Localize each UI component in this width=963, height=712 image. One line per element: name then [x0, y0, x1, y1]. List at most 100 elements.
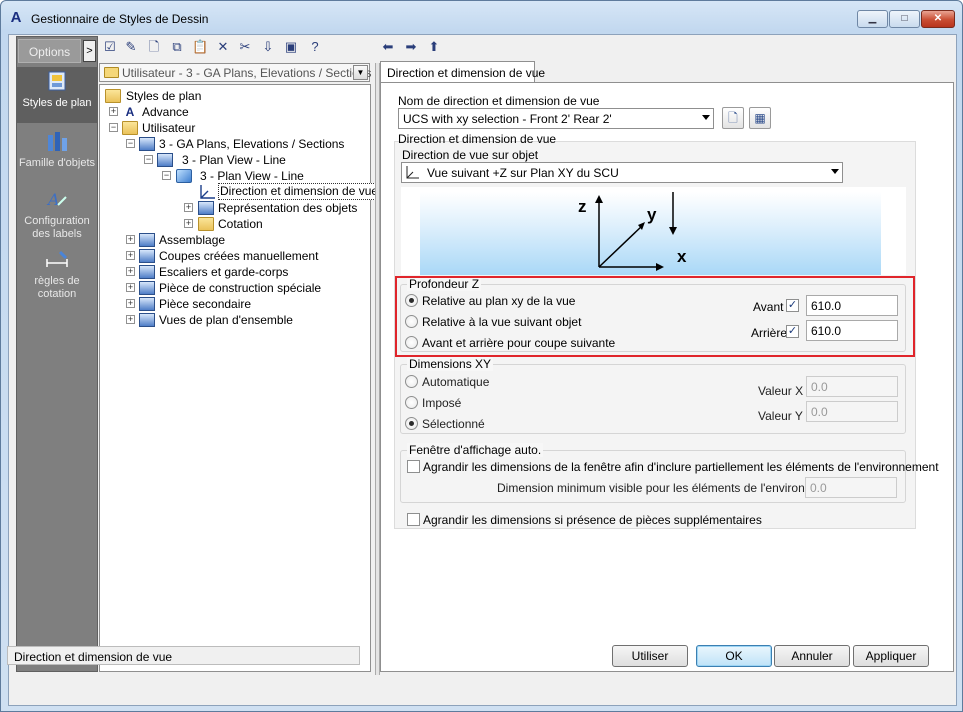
direction-label: Direction de vue sur objet — [402, 148, 539, 162]
nav-item-styles-de-plan[interactable]: Styles de plan — [17, 67, 97, 123]
export-icon[interactable]: ▣ — [283, 39, 299, 55]
edit-icon[interactable]: ✎ — [123, 39, 139, 55]
style-icon — [139, 249, 155, 263]
collapse-icon[interactable]: − — [162, 171, 171, 180]
ok-button[interactable]: OK — [696, 645, 772, 667]
fenetre-checkbox[interactable] — [407, 460, 420, 473]
tab-direction-dimension[interactable]: Direction et dimension de vue — [380, 61, 545, 83]
style-icon — [139, 313, 155, 327]
axes-icon — [406, 166, 419, 179]
chevron-down-icon — [831, 169, 839, 174]
dimxy-title: Dimensions XY — [407, 357, 494, 371]
extra-pieces-label: Agrandir les dimensions si présence de p… — [423, 513, 762, 527]
minimize-button[interactable]: ▁ — [857, 10, 888, 28]
new-document-icon: 🗋 — [728, 111, 738, 125]
opt-impose: Imposé — [422, 396, 462, 410]
nav-label: règles de cotation — [34, 275, 80, 300]
opt-selectionne: Sélectionné — [422, 417, 485, 431]
copy-icon[interactable]: ⧉ — [169, 39, 185, 55]
cut-icon[interactable]: ✂ — [237, 39, 253, 55]
label-config-icon: A — [46, 190, 67, 209]
chevron-down-icon — [702, 115, 710, 120]
expand-icon[interactable]: + — [126, 251, 135, 260]
plan-styles-icon — [48, 71, 66, 91]
expand-icon[interactable]: + — [126, 315, 135, 324]
svg-text:A: A — [46, 190, 60, 209]
opt-automatique: Automatique — [422, 375, 490, 389]
style-icon — [198, 201, 214, 215]
up-arrow-icon[interactable]: ⬆ — [426, 39, 442, 55]
min-dim-input[interactable]: 0.0 — [805, 477, 897, 498]
app-logo-icon: A — [10, 9, 22, 26]
collapse-icon[interactable]: − — [126, 139, 135, 148]
y-axis-label: y — [647, 205, 657, 224]
check-icon[interactable]: ☑ — [102, 39, 118, 55]
axes-icon — [200, 185, 215, 199]
folder-icon — [105, 89, 121, 103]
utiliser-button[interactable]: Utiliser — [612, 645, 688, 667]
expand-icon[interactable]: + — [126, 267, 135, 276]
object-family-icon — [48, 132, 67, 151]
style-icon — [139, 233, 155, 247]
style-icon — [139, 137, 155, 151]
maximize-button[interactable]: □ — [889, 10, 920, 28]
expand-icon[interactable]: + — [184, 219, 193, 228]
radio-automatique[interactable] — [405, 375, 418, 388]
valx-input[interactable]: 0.0 — [806, 376, 898, 397]
close-button[interactable]: ✕ — [921, 10, 955, 28]
expand-icon[interactable]: + — [126, 299, 135, 308]
new-icon[interactable]: 🗋 — [146, 39, 162, 55]
name-label: Nom de direction et dimension de vue — [398, 94, 600, 108]
nav-label: Styles de plan — [22, 97, 92, 109]
back-arrow-icon[interactable]: ⬅ — [380, 39, 396, 55]
x-axis-label: x — [677, 247, 687, 266]
delete-icon[interactable]: ✕ — [215, 39, 231, 55]
status-bar: Direction et dimension de vue — [7, 646, 360, 665]
nav-item-configuration-labels[interactable]: A Configuration des labels — [17, 187, 97, 243]
annuler-button[interactable]: Annuler — [774, 645, 850, 667]
name-select[interactable]: UCS with xy selection - Front 2' Rear 2' — [398, 108, 714, 129]
expand-icon[interactable]: + — [109, 107, 118, 116]
style-icon — [157, 153, 173, 167]
chevron-down-icon[interactable]: ▼ — [353, 65, 368, 80]
section-title: Direction et dimension de vue — [398, 132, 557, 146]
advance-logo-icon: A — [125, 105, 135, 119]
cube-icon — [176, 169, 192, 183]
expand-icon[interactable]: + — [126, 235, 135, 244]
edit-view-button[interactable]: ▦ — [749, 107, 771, 129]
expand-icon[interactable]: + — [126, 283, 135, 292]
nav-item-famille-objets[interactable]: Famille d'objets — [17, 129, 97, 185]
tree-filter-combo[interactable]: Utilisateur - 3 - GA Plans, Elevations /… — [99, 63, 371, 82]
style-tree: Styles de plan + A Advance − Utilisateur… — [99, 84, 381, 672]
style-icon — [139, 281, 155, 295]
valx-label: Valeur X — [758, 384, 804, 398]
style-icon — [139, 297, 155, 311]
folder-icon — [198, 217, 214, 231]
paste-icon[interactable]: 📋 — [192, 39, 208, 55]
collapse-icon[interactable]: − — [144, 155, 153, 164]
options-button[interactable]: Options — [18, 39, 81, 63]
min-dim-label: Dimension minimum visible pour les éléme… — [497, 481, 845, 495]
collapse-icon[interactable]: − — [109, 123, 118, 132]
appliquer-button[interactable]: Appliquer — [853, 645, 929, 667]
expand-icon[interactable]: + — [184, 203, 193, 212]
forward-arrow-icon[interactable]: ➡ — [403, 39, 419, 55]
radio-impose[interactable] — [405, 396, 418, 409]
new-view-button[interactable]: 🗋 — [722, 107, 744, 129]
left-nav: Options > Styles de plan Famille d'objet… — [16, 36, 98, 672]
import-icon[interactable]: ⇩ — [260, 39, 276, 55]
extra-pieces-checkbox[interactable] — [407, 513, 420, 526]
axes-diagram — [595, 192, 677, 271]
nav-label: Configuration des labels — [24, 215, 90, 240]
help-icon[interactable]: ? — [307, 39, 323, 55]
title-bar[interactable]: A Gestionnaire de Styles de Dessin ▁ □ ✕ — [1, 1, 962, 35]
nav-item-regles-cotation[interactable]: règles de cotation — [17, 247, 97, 303]
options-expand-button[interactable]: > — [83, 40, 96, 62]
radio-selectionne[interactable] — [405, 417, 418, 430]
grid-edit-icon: ▦ — [754, 111, 766, 125]
valy-input[interactable]: 0.0 — [806, 401, 898, 422]
z-axis-label: z — [578, 197, 587, 216]
direction-select[interactable]: Vue suivant +Z sur Plan XY du SCU — [401, 162, 843, 183]
folder-open-icon — [122, 121, 138, 135]
style-icon — [139, 265, 155, 279]
